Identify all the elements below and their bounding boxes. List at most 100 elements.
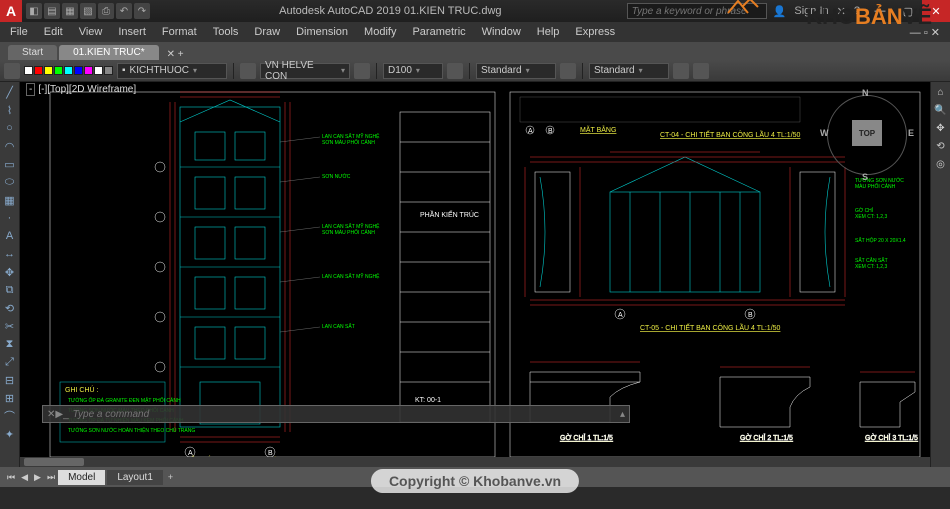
std1-icon[interactable] [560,63,576,79]
textstyle-icon[interactable] [240,63,256,79]
svg-text:B: B [748,312,753,319]
point-tool[interactable]: · [2,210,18,226]
menu-view[interactable]: View [71,24,111,40]
workarea: ╱ ⌇ ○ ◠ ▭ ⬭ ▦ · A ↔ ✥ ⧉ ⟲ ✂ ⧗ ⤢ ⊟ ⊞ ⌒ ✦ … [0,82,950,467]
cmd-prompt-icon: ▶_ [55,409,68,420]
tab-start[interactable]: Start [8,45,57,60]
new-icon[interactable]: ◧ [26,3,42,19]
trim-tool[interactable]: ✂ [2,318,18,334]
layer-icon[interactable] [4,63,20,79]
nav-orbit-icon[interactable]: ⟲ [933,138,949,154]
svg-text:LAN CAN SẮT MỸ NGHỆ: LAN CAN SẮT MỸ NGHỆ [322,222,380,230]
font-dropdown[interactable]: VN HELVE CON [260,63,350,79]
right-toolbar: ⌂ 🔍 ✥ ⟲ ◎ [930,82,950,467]
svg-text:TƯỜNG SƠN NƯỚC HOÀN THIỆN THEO: TƯỜNG SƠN NƯỚC HOÀN THIỆN THEO CHỦ TRANG [68,426,195,434]
tab-first-icon[interactable]: ⏮ [4,472,18,483]
copy-tool[interactable]: ⧉ [2,282,18,298]
redo-icon[interactable]: ↷ [134,3,150,19]
move-tool[interactable]: ✥ [2,264,18,280]
rotate-tool[interactable]: ⟲ [2,300,18,316]
hscrollbar[interactable] [20,457,930,467]
svg-text:GỜ CHỈ: GỜ CHỈ [855,207,874,214]
drawing-canvas[interactable]: -[-][Top][2D Wireframe] [20,82,930,467]
misc-icon[interactable] [693,63,709,79]
svg-text:XEM CT: 1,2,3: XEM CT: 1,2,3 [855,264,887,270]
saveas-icon[interactable]: ▧ [80,3,96,19]
dimstyle-dropdown[interactable]: D100 [383,63,443,79]
svg-text:LAN CAN SẮT MỸ NGHỆ: LAN CAN SẮT MỸ NGHỆ [322,272,380,280]
plot-icon[interactable]: ⎙ [98,3,114,19]
menu-window[interactable]: Window [474,24,529,40]
svg-text:SƠN MÀU PHỐI CẢNH: SƠN MÀU PHỐI CẢNH [322,229,375,236]
command-line[interactable]: ✕ ▶_ ▴ [42,405,630,423]
explode-tool[interactable]: ✦ [2,426,18,442]
ellipse-tool[interactable]: ⬭ [2,174,18,190]
nav-zoom-icon[interactable]: 🔍 [933,102,949,118]
svg-text:SẮT CÂN SẮT: SẮT CÂN SẮT [855,256,888,264]
mirror-tool[interactable]: ⧗ [2,336,18,352]
svg-text:GỜ CHỈ 3 TL:1/5: GỜ CHỈ 3 TL:1/5 [865,433,918,442]
menu-modify[interactable]: Modify [356,24,404,40]
array-tool[interactable]: ⊞ [2,390,18,406]
tab-model[interactable]: Model [58,470,105,485]
svg-text:B: B [268,450,273,457]
nav-steer-icon[interactable]: ◎ [933,156,949,172]
svg-text:SƠN MÀU PHỐI CẢNH: SƠN MÀU PHỐI CẢNH [322,139,375,146]
layer-dropdown[interactable]: ▪ KICHTHUOC [117,63,227,79]
menu-tools[interactable]: Tools [205,24,247,40]
offset-tool[interactable]: ⊟ [2,372,18,388]
svg-text:LAN CAN SẮT MỸ NGHỆ: LAN CAN SẮT MỸ NGHỆ [322,132,380,140]
menu-format[interactable]: Format [154,24,205,40]
menu-edit[interactable]: Edit [36,24,71,40]
line-tool[interactable]: ╱ [2,84,18,100]
menu-parametric[interactable]: Parametric [404,24,473,40]
tab-next-icon[interactable]: ▶ [31,472,44,483]
svg-text:CT-04 - CHI TIẾT BAN CÔNG LẦU: CT-04 - CHI TIẾT BAN CÔNG LẦU 4 TL:1/50 [660,129,801,139]
svg-text:SƠN NƯỚC: SƠN NƯỚC [322,173,351,180]
polyline-tool[interactable]: ⌇ [2,102,18,118]
rect-tool[interactable]: ▭ [2,156,18,172]
menu-dimension[interactable]: Dimension [288,24,356,40]
hatch-tool[interactable]: ▦ [2,192,18,208]
tab-last-icon[interactable]: ⏭ [44,472,58,483]
svg-text:A: A [188,450,193,457]
undo-icon[interactable]: ↶ [116,3,132,19]
save-icon[interactable]: ▦ [62,3,78,19]
navcube[interactable]: TOP N E S W [822,90,912,180]
menu-insert[interactable]: Insert [110,24,154,40]
svg-text:B: B [548,128,553,135]
tab-add-icon[interactable]: + [165,472,176,482]
nav-pan-icon[interactable]: ✥ [933,120,949,136]
std2-icon[interactable] [673,63,689,79]
menu-help[interactable]: Help [529,24,568,40]
dim2-icon[interactable] [447,63,463,79]
arc-tool[interactable]: ◠ [2,138,18,154]
circle-tool[interactable]: ○ [2,120,18,136]
quick-access-toolbar: ◧ ▤ ▦ ▧ ⎙ ↶ ↷ [22,3,154,19]
menu-file[interactable]: File [2,24,36,40]
scale-tool[interactable]: ⤢ [2,354,18,370]
text-tool[interactable]: A [2,228,18,244]
cmd-menu-icon[interactable]: ▴ [620,409,625,420]
color-swatches[interactable] [24,66,113,75]
cmd-close-icon[interactable]: ✕ [47,409,55,420]
std1-dropdown[interactable]: Standard [476,63,556,79]
svg-text:MÀU PHỐI CẢNH: MÀU PHỐI CẢNH [855,183,896,190]
signin-icon[interactable]: 👤 [773,5,787,18]
tab-layout1[interactable]: Layout1 [107,470,163,485]
command-input[interactable] [73,409,620,420]
tab-prev-icon[interactable]: ◀ [18,472,31,483]
std2-dropdown[interactable]: Standard [589,63,669,79]
dim-tool[interactable]: ↔ [2,246,18,262]
svg-text:LAN CAN SẮT: LAN CAN SẮT [322,322,355,330]
app-icon[interactable]: A [0,0,22,22]
menu-draw[interactable]: Draw [246,24,288,40]
open-icon[interactable]: ▤ [44,3,60,19]
svg-text:GỜ CHỈ 1 TL:1/5: GỜ CHỈ 1 TL:1/5 [560,433,613,442]
menu-express[interactable]: Express [567,24,623,40]
fillet-tool[interactable]: ⌒ [2,408,18,424]
nav-home-icon[interactable]: ⌂ [933,84,949,100]
dim-icon[interactable] [354,63,370,79]
tab-drawing[interactable]: 01.KIEN TRUC* [59,45,159,60]
tab-add[interactable]: ✕ + [161,49,190,60]
